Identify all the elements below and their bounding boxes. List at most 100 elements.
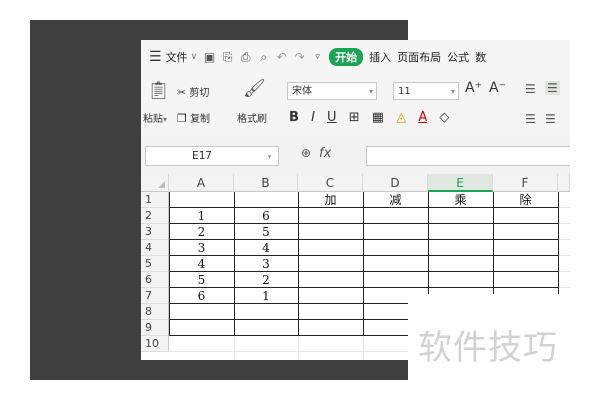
cell-a2[interactable]: 1 xyxy=(169,208,234,224)
italic-icon[interactable]: I xyxy=(311,110,315,125)
column-header-f[interactable]: F xyxy=(493,174,558,192)
cell-a3[interactable]: 2 xyxy=(169,224,234,240)
cell-b4[interactable]: 4 xyxy=(234,240,298,256)
row-header-2[interactable]: 2 xyxy=(141,208,169,224)
row-header-1[interactable]: 1 xyxy=(141,192,169,208)
table-border xyxy=(363,192,364,336)
table-border xyxy=(169,239,558,240)
row-header-6[interactable]: 6 xyxy=(141,272,169,288)
font-size-value: 11 xyxy=(398,86,411,97)
fill-color-icon[interactable]: ▦ xyxy=(372,110,384,125)
row-header-9[interactable]: 9 xyxy=(141,320,169,336)
font-size-select[interactable]: 11 ▾ xyxy=(393,82,459,100)
copy-icon: ❐ xyxy=(177,112,187,125)
row-header-3[interactable]: 3 xyxy=(141,224,169,240)
column-header-e[interactable]: E xyxy=(428,174,493,192)
paste-button[interactable]: 📋︎ xyxy=(147,80,170,101)
eraser-icon[interactable]: ◇ xyxy=(439,110,449,125)
row-header-5[interactable]: 5 xyxy=(141,256,169,272)
border-icon[interactable]: ⊞ xyxy=(349,110,360,125)
align-center-icon[interactable]: ☰ xyxy=(545,112,556,126)
select-all-corner[interactable] xyxy=(141,174,169,192)
chevron-down-icon: ▾ xyxy=(267,152,272,161)
cell-a7[interactable]: 6 xyxy=(169,288,234,304)
column-header-partial[interactable] xyxy=(558,174,570,192)
cell-a6[interactable]: 5 xyxy=(169,272,234,288)
tab-formula[interactable]: 公式 xyxy=(447,49,469,65)
copy-label: 复制 xyxy=(190,114,211,125)
cut-label: 剪切 xyxy=(189,88,210,99)
chevron-down-icon: ▾ xyxy=(450,87,455,96)
cell-b3[interactable]: 5 xyxy=(234,224,298,240)
table-border xyxy=(169,255,558,256)
cell-a5[interactable]: 4 xyxy=(169,256,234,272)
tab-start[interactable]: 开始 xyxy=(329,48,364,66)
tab-insert[interactable]: 插入 xyxy=(369,49,391,65)
paste-label-button[interactable]: 粘贴▾ xyxy=(143,110,167,125)
file-menu-label: 文件 xyxy=(165,51,188,64)
align-middle-icon[interactable]: ☰ xyxy=(545,81,560,95)
table-border xyxy=(169,287,558,288)
fx-icon[interactable]: fx xyxy=(319,146,331,161)
row-header-10[interactable]: 10 xyxy=(141,336,169,352)
column-header-c[interactable]: C xyxy=(298,174,363,192)
format-painter-icon: 🖌︎ xyxy=(243,78,266,99)
name-box[interactable]: E17 ▾ xyxy=(145,146,279,166)
table-border xyxy=(169,192,170,336)
cut-button[interactable]: ✂ 剪切 xyxy=(177,84,209,99)
format-painter-label-button[interactable]: 格式刷 xyxy=(237,110,267,125)
font-name-select[interactable]: 宋体 ▾ xyxy=(287,82,377,100)
save-icon[interactable]: ▣ xyxy=(203,50,216,64)
column-header-a[interactable]: A xyxy=(169,174,234,192)
copy-button[interactable]: ❐ 复制 xyxy=(177,110,210,125)
cell-c1[interactable]: 加 xyxy=(298,192,363,208)
cell-b7[interactable]: 1 xyxy=(234,288,298,304)
table-border xyxy=(169,207,558,208)
highlight-icon[interactable]: ◬ xyxy=(396,110,406,125)
cell-a4[interactable]: 3 xyxy=(169,240,234,256)
table-border xyxy=(298,192,299,336)
ribbon: 📋︎ 粘贴▾ ✂ 剪切 ❐ 复制 🖌︎ 格式刷 宋体 ▾ 11 ▾ A⁺ A⁻ xyxy=(141,74,570,137)
hamburger-menu-icon[interactable]: ☰ xyxy=(149,49,162,65)
font-name-value: 宋体 xyxy=(292,86,312,97)
zoom-icon[interactable]: ⊕ xyxy=(301,146,311,160)
formula-bar: E17 ▾ ⊕ fx xyxy=(141,136,570,175)
redo-icon[interactable]: ↷ xyxy=(293,50,306,64)
table-border xyxy=(169,223,558,224)
cell-f1[interactable]: 除 xyxy=(493,192,558,208)
chevron-down-icon: ▾ xyxy=(368,87,373,96)
export-icon[interactable]: ⎘ xyxy=(221,50,234,64)
table-border xyxy=(234,192,235,336)
column-header-d[interactable]: D xyxy=(363,174,428,192)
align-top-icon[interactable]: ☰ xyxy=(525,82,536,96)
cell-d1[interactable]: 减 xyxy=(363,192,428,208)
quick-access-dropdown-icon[interactable]: ▿ xyxy=(311,51,324,64)
align-left-icon[interactable]: ☰ xyxy=(525,112,536,126)
underline-icon[interactable]: U xyxy=(327,110,337,125)
print-icon[interactable]: ⎙ xyxy=(239,50,252,64)
bold-icon[interactable]: B xyxy=(289,110,299,125)
font-color-icon[interactable]: A xyxy=(418,110,427,125)
paste-label: 粘贴 xyxy=(143,114,163,125)
tab-data[interactable]: 数 xyxy=(475,49,486,65)
file-menu[interactable]: 文件 ∨ xyxy=(166,49,198,65)
row-header-4[interactable]: 4 xyxy=(141,240,169,256)
cell-b5[interactable]: 3 xyxy=(234,256,298,272)
column-header-b[interactable]: B xyxy=(234,174,298,192)
cell-e1[interactable]: 乘 xyxy=(428,192,493,208)
tab-page-layout[interactable]: 页面布局 xyxy=(397,49,441,65)
format-painter-button[interactable]: 🖌︎ xyxy=(243,78,266,99)
decrease-font-icon[interactable]: A⁻ xyxy=(489,80,506,96)
paste-icon: 📋︎ xyxy=(147,80,170,101)
menu-bar: ☰ 文件 ∨ ▣ ⎘ ⎙ ⌕ ↶ ↷ ▿ 开始 插入 页面布局 公式 数 xyxy=(141,40,570,74)
chevron-down-icon: ∨ xyxy=(190,52,198,62)
row-header-7[interactable]: 7 xyxy=(141,288,169,304)
scissors-icon: ✂ xyxy=(177,86,187,99)
undo-icon[interactable]: ↶ xyxy=(275,50,288,64)
row-header-8[interactable]: 8 xyxy=(141,304,169,320)
increase-font-icon[interactable]: A⁺ xyxy=(465,80,482,96)
print-preview-icon[interactable]: ⌕ xyxy=(257,50,270,64)
formula-input[interactable] xyxy=(366,146,570,166)
cell-b2[interactable]: 6 xyxy=(234,208,298,224)
cell-b6[interactable]: 2 xyxy=(234,272,298,288)
